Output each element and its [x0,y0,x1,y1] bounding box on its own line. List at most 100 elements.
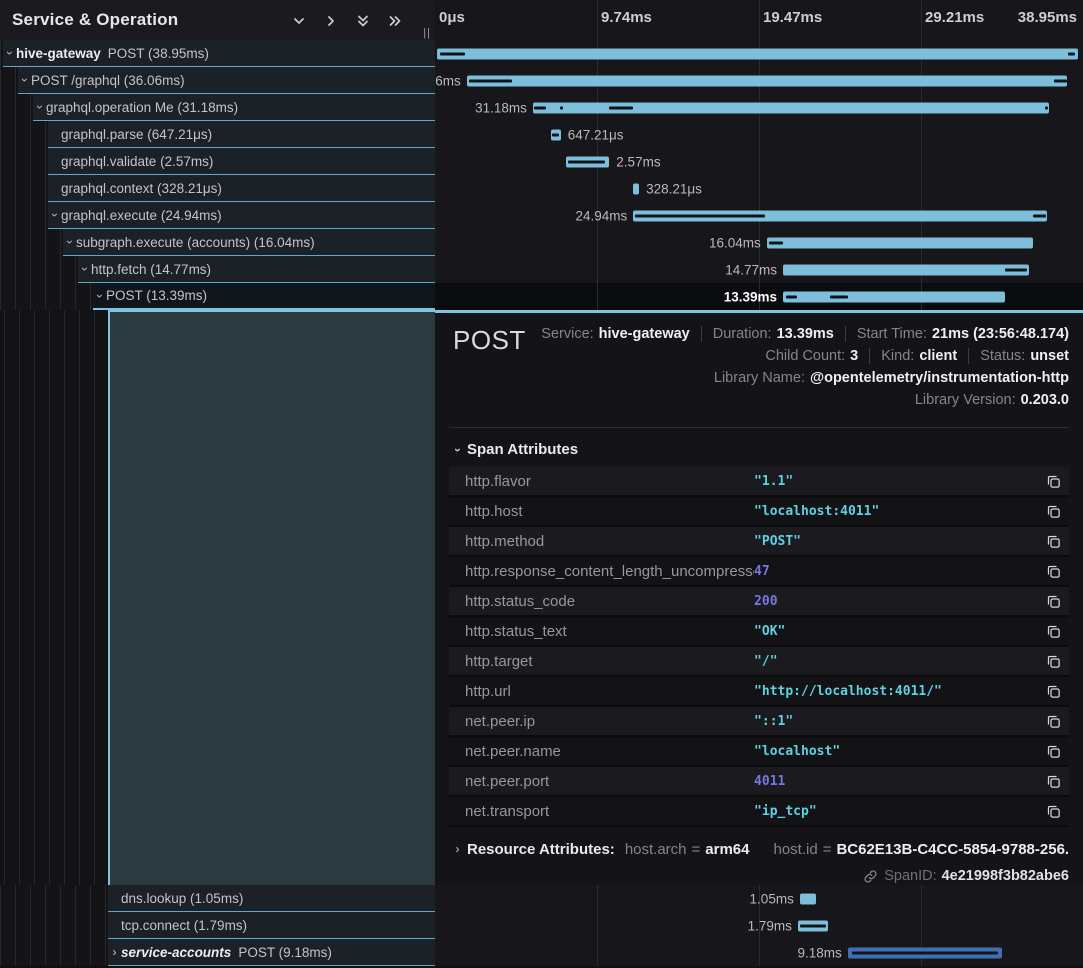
span-duration-bar[interactable] [767,237,1033,248]
span-row: ›http.fetch (14.77ms)14.77ms [0,256,1083,283]
span-tree-cell[interactable]: ›http.fetch (14.77ms) [0,256,435,283]
span-duration-bar[interactable] [800,893,816,904]
trace-viewer: Service & Operation || 0μs 9.74ms [0,0,1083,968]
span-tree-cell[interactable]: ›service-accounts POST (9.18ms) [0,939,435,966]
chevron-down-icon[interactable] [291,13,307,29]
attribute-row: http.host"localhost:4011" [449,497,1069,527]
span-tree-cell[interactable]: ›POST /graphql (36.06ms) [0,67,435,94]
span-rows-top: ›hive-gatewayPOST (38.95ms)38.95ms›POST … [0,40,1083,310]
span-tree-cell[interactable]: ›hive-gatewayPOST (38.95ms) [0,40,435,67]
chevron-down-icon[interactable]: › [93,289,106,303]
attribute-row: net.peer.name"localhost" [449,737,1069,767]
span-duration-label: 328.21μs [646,181,702,196]
span-tree-cell[interactable]: ›POST (13.39ms) [0,283,435,310]
meta-label: Child Count: [765,348,845,364]
double-chevron-right-icon[interactable] [387,13,403,29]
chevron-down-icon[interactable]: › [78,262,91,276]
chevron-right-icon[interactable]: › [108,945,121,959]
copy-icon[interactable] [1035,534,1061,549]
span-row: ›graphql.operation Me (31.18ms) 31.18ms [0,94,1083,121]
span-service-name: hive-gateway [16,46,101,61]
copy-icon[interactable] [1035,594,1061,609]
span-timeline-cell: 24.94ms [435,202,1083,229]
chevron-down-icon[interactable]: › [3,46,16,60]
attribute-row: http.method"POST" [449,527,1069,557]
bar-tick [852,951,998,954]
span-tree-cell[interactable]: ›graphql.operation Me (31.18ms) [0,94,435,121]
resource-attr-key: host.id [773,841,817,858]
span-operation-label: graphql.parse (647.21μs) [61,127,212,142]
span-duration-bar[interactable] [783,291,1005,302]
span-service-name: service-accounts [121,945,231,960]
span-timeline-cell: 1.79ms [435,912,1083,939]
resource-attributes-toggle[interactable]: Resource Attributes: [467,841,615,858]
topbar: Service & Operation || 0μs 9.74ms [0,0,1083,40]
span-duration-bar[interactable] [633,183,639,194]
copy-icon[interactable] [1035,654,1061,669]
copy-icon[interactable] [1035,474,1061,489]
span-tree-cell[interactable]: ›graphql.execute (24.94ms) [0,202,435,229]
span-duration-label: 36.06ms [435,73,461,88]
chevron-down-icon[interactable]: › [63,235,76,249]
chevron-down-icon[interactable]: › [48,208,61,222]
copy-icon[interactable] [1035,624,1061,639]
meta-value: client [919,348,957,364]
copy-icon[interactable] [1035,684,1061,699]
double-chevron-down-icon[interactable] [355,13,371,29]
bar-tick [568,160,604,163]
column-resize-handle[interactable]: || [423,27,431,39]
span-duration-bar[interactable] [437,48,1078,59]
span-duration-label: 1.79ms [748,918,792,933]
attribute-row: net.transport"ip_tcp" [449,797,1069,827]
span-duration-label: 2.57ms [616,154,660,169]
bar-tick [1005,268,1026,271]
attribute-key: http.method [465,533,754,550]
span-tree-cell[interactable]: tcp.connect (1.79ms) [0,912,435,939]
chevron-right-icon[interactable] [323,13,339,29]
bar-tick [440,52,465,55]
copy-icon[interactable] [1035,504,1061,519]
chevron-down-icon[interactable]: › [33,100,46,114]
detail-header: POST Service:hive-gatewayDuration:13.39m… [449,323,1069,411]
span-operation-label: POST (9.18ms) [238,945,332,960]
resource-attr-value: BC62E13B-C4CC-5854-9788-256... [836,841,1069,858]
span-timeline-cell: 16.04ms [435,229,1083,256]
copy-icon[interactable] [1035,744,1061,759]
detail-meta: Service:hive-gatewayDuration:13.39msStar… [526,323,1069,411]
span-duration-bar[interactable] [467,75,1068,86]
span-operation-label: graphql.context (328.21μs) [61,181,222,196]
link-icon[interactable] [863,869,878,884]
copy-icon[interactable] [1035,804,1061,819]
span-duration-bar[interactable] [783,264,1029,275]
copy-icon[interactable] [1035,774,1061,789]
span-operation-label: dns.lookup (1.05ms) [121,891,243,906]
span-tree-cell[interactable]: graphql.context (328.21μs) [0,175,435,202]
span-attributes-table: http.flavor"1.1"http.host"localhost:4011… [449,467,1069,827]
bar-tick [534,106,546,109]
span-id-row: SpanID: 4e21998f3b82abe6 [449,868,1069,884]
copy-icon[interactable] [1035,564,1061,579]
copy-icon[interactable] [1035,714,1061,729]
span-tree-cell[interactable]: graphql.validate (2.57ms) [0,148,435,175]
attribute-row: http.response_content_length_uncompresse… [449,557,1069,587]
span-tree-cell[interactable]: ›subgraph.execute (accounts) (16.04ms) [0,229,435,256]
span-duration-label: 1.05ms [750,891,794,906]
meta-label: Library Version: [915,392,1016,408]
span-operation-label: POST /graphql (36.06ms) [31,73,185,88]
panel-title: Service & Operation [12,10,291,30]
resource-attributes-row: › Resource Attributes: host.arch=arm64ho… [451,840,1069,858]
attribute-value: 200 [754,594,1035,609]
chevron-down-icon[interactable]: › [18,73,31,87]
span-duration-label: 31.18ms [475,100,527,115]
meta-value: 0.203.0 [1021,392,1069,408]
span-tree-cell[interactable]: graphql.parse (647.21μs) [0,121,435,148]
span-attributes-toggle[interactable]: › Span Attributes [451,441,1069,458]
span-duration-label: 13.39ms [724,289,777,304]
ruler-tick: 9.74ms [601,9,652,26]
bar-tick [1054,79,1067,82]
detail-title: POST [453,325,526,411]
selected-span-highlight [108,310,435,885]
span-operation-label: graphql.execute (24.94ms) [61,208,222,223]
span-tree-cell[interactable]: dns.lookup (1.05ms) [0,885,435,912]
ruler-tick: 29.21ms [925,9,984,26]
